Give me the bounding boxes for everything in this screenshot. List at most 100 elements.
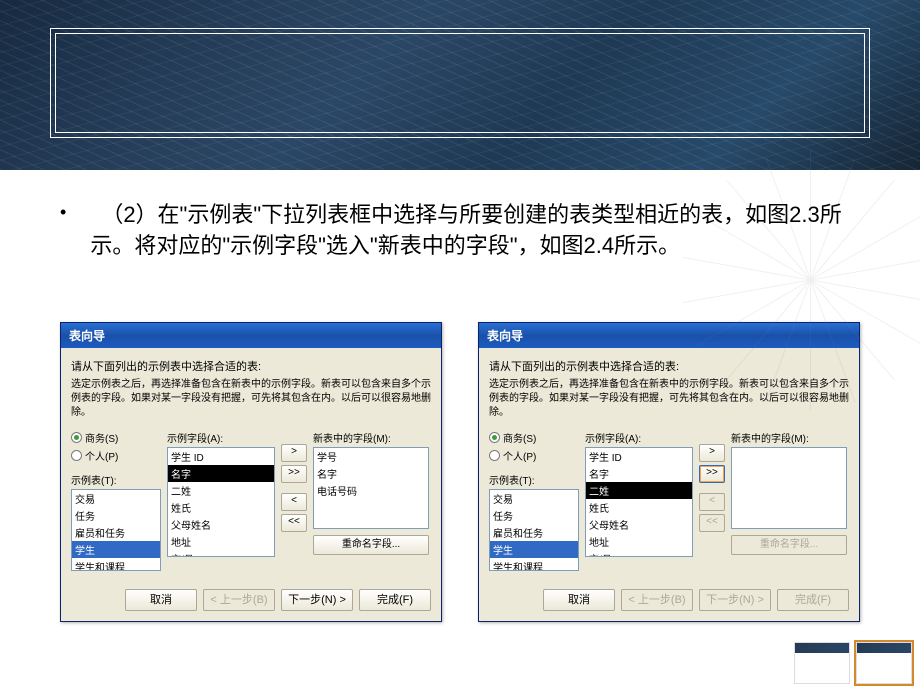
list-item[interactable]: 学号 (314, 448, 428, 465)
prev-button[interactable]: < 上一步(B) (203, 589, 275, 611)
slide-thumbnail[interactable] (856, 642, 912, 684)
table-wizard-dialog-left: 表向导 请从下面列出的示例表中选择合适的表: 选定示例表之后，再选择准备包含在新… (60, 322, 442, 622)
list-item[interactable]: 市/县 (586, 550, 692, 557)
list-item[interactable]: 任务 (72, 507, 160, 524)
instruction-text: 请从下面列出的示例表中选择合适的表: (489, 358, 849, 374)
transfer-buttons: > >> < << (699, 444, 725, 532)
dialog-body: 请从下面列出的示例表中选择合适的表: 选定示例表之后，再选择准备包含在新表中的示… (479, 348, 859, 581)
new-fields-label: 新表中的字段(M): (731, 430, 847, 445)
list-item[interactable]: 雇员和任务 (72, 524, 160, 541)
list-item[interactable]: 学生 ID (168, 448, 274, 465)
list-item[interactable]: 名字 (168, 465, 274, 482)
add-all-fields-button[interactable]: >> (699, 465, 725, 483)
remove-field-button[interactable]: < (281, 493, 307, 511)
list-item[interactable]: 名字 (586, 465, 692, 482)
list-item[interactable]: 姓氏 (168, 499, 274, 516)
sample-fields-listbox[interactable]: 学生 ID名字二姓姓氏父母姓名地址市/县省/市/自治区邮政编码 (585, 447, 693, 557)
list-item[interactable]: 名字 (314, 465, 428, 482)
column-new-fields: 新表中的字段(M): 学号名字电话号码 重命名字段... (313, 430, 429, 555)
radio-business-label: 商务(S) (503, 430, 536, 445)
title-placeholder (50, 28, 870, 138)
dialog-button-bar: 取消 < 上一步(B) 下一步(N) > 完成(F) (479, 581, 859, 621)
next-button[interactable]: 下一步(N) > (281, 589, 353, 611)
transfer-buttons: > >> < << (281, 444, 307, 532)
radio-business[interactable]: 商务(S) (489, 430, 579, 445)
rename-field-button: 重命名字段... (731, 535, 847, 555)
instruction-subtext: 选定示例表之后，再选择准备包含在新表中的示例字段。新表可以包含来自多个示例表的字… (489, 378, 849, 420)
column-categories: 商务(S) 个人(P) 示例表(T): 交易任务雇员和任务学生学生和课程 (71, 430, 161, 571)
finish-button[interactable]: 完成(F) (359, 589, 431, 611)
sample-fields-label: 示例字段(A): (585, 430, 693, 445)
sample-fields-listbox[interactable]: 学生 ID名字二姓姓氏父母姓名地址市/县省/市/自治区邮政编码 (167, 447, 275, 557)
new-fields-listbox[interactable]: 学号名字电话号码 (313, 447, 429, 529)
slide-body: • （2）在"示例表"下拉列表框中选择与所要创建的表类型相近的表，如图2.3所示… (0, 170, 920, 622)
list-item[interactable]: 学生 (72, 541, 160, 558)
dialog-body: 请从下面列出的示例表中选择合适的表: 选定示例表之后，再选择准备包含在新表中的示… (61, 348, 441, 581)
sample-tables-label: 示例表(T): (71, 472, 161, 487)
new-fields-label: 新表中的字段(M): (313, 430, 429, 445)
slide-thumbnail[interactable] (794, 642, 850, 684)
slide-thumbnails (794, 642, 912, 684)
list-item[interactable]: 市/县 (168, 550, 274, 557)
list-item[interactable]: 姓氏 (586, 499, 692, 516)
list-item[interactable]: 学生和课程 (490, 558, 578, 571)
list-item[interactable]: 雇员和任务 (490, 524, 578, 541)
sample-tables-label: 示例表(T): (489, 472, 579, 487)
radio-business[interactable]: 商务(S) (71, 430, 161, 445)
list-item[interactable]: 交易 (490, 490, 578, 507)
title-placeholder-inner (55, 33, 865, 133)
instruction-subtext: 选定示例表之后，再选择准备包含在新表中的示例字段。新表可以包含来自多个示例表的字… (71, 378, 431, 420)
cancel-button[interactable]: 取消 (543, 589, 615, 611)
list-item[interactable]: 学生和课程 (72, 558, 160, 571)
column-categories: 商务(S) 个人(P) 示例表(T): 交易任务雇员和任务学生学生和课程 (489, 430, 579, 571)
list-item[interactable]: 二姓 (586, 482, 692, 499)
radio-dot-icon (489, 432, 500, 443)
bullet-text: （2）在"示例表"下拉列表框中选择与所要创建的表类型相近的表，如图2.3所示。将… (90, 200, 860, 262)
column-sample-fields: 示例字段(A): 学生 ID名字二姓姓氏父母姓名地址市/县省/市/自治区邮政编码 (167, 430, 275, 557)
list-item[interactable]: 父母姓名 (586, 516, 692, 533)
list-item[interactable]: 学生 (490, 541, 578, 558)
radio-dot-icon (71, 450, 82, 461)
radio-business-label: 商务(S) (85, 430, 118, 445)
bullet-marker: • (60, 200, 66, 262)
list-item[interactable]: 二姓 (168, 482, 274, 499)
radio-personal-label: 个人(P) (85, 448, 118, 463)
column-sample-fields: 示例字段(A): 学生 ID名字二姓姓氏父母姓名地址市/县省/市/自治区邮政编码 (585, 430, 693, 557)
prev-button[interactable]: < 上一步(B) (621, 589, 693, 611)
remove-field-button: < (699, 493, 725, 511)
add-field-button[interactable]: > (699, 444, 725, 462)
radio-personal-label: 个人(P) (503, 448, 536, 463)
dialogs-row: 表向导 请从下面列出的示例表中选择合适的表: 选定示例表之后，再选择准备包含在新… (60, 322, 860, 622)
list-item[interactable]: 学生 ID (586, 448, 692, 465)
add-field-button[interactable]: > (281, 444, 307, 462)
radio-personal[interactable]: 个人(P) (489, 448, 579, 463)
sample-fields-label: 示例字段(A): (167, 430, 275, 445)
bullet-item: • （2）在"示例表"下拉列表框中选择与所要创建的表类型相近的表，如图2.3所示… (60, 200, 860, 262)
new-fields-listbox[interactable] (731, 447, 847, 529)
radio-personal[interactable]: 个人(P) (71, 448, 161, 463)
radio-dot-icon (71, 432, 82, 443)
add-all-fields-button[interactable]: >> (281, 465, 307, 483)
list-item[interactable]: 地址 (586, 533, 692, 550)
sample-tables-listbox[interactable]: 交易任务雇员和任务学生学生和课程 (71, 489, 161, 571)
remove-all-fields-button: << (699, 514, 725, 532)
finish-button[interactable]: 完成(F) (777, 589, 849, 611)
radio-dot-icon (489, 450, 500, 461)
slide-header (0, 0, 920, 170)
remove-all-fields-button[interactable]: << (281, 514, 307, 532)
list-item[interactable]: 地址 (168, 533, 274, 550)
dialog-title: 表向导 (61, 323, 441, 348)
list-item[interactable]: 交易 (72, 490, 160, 507)
column-new-fields: 新表中的字段(M): 重命名字段... (731, 430, 847, 555)
next-button[interactable]: 下一步(N) > (699, 589, 771, 611)
list-item[interactable]: 电话号码 (314, 482, 428, 499)
cancel-button[interactable]: 取消 (125, 589, 197, 611)
sample-tables-listbox[interactable]: 交易任务雇员和任务学生学生和课程 (489, 489, 579, 571)
list-item[interactable]: 任务 (490, 507, 578, 524)
table-wizard-dialog-right: 表向导 请从下面列出的示例表中选择合适的表: 选定示例表之后，再选择准备包含在新… (478, 322, 860, 622)
dialog-button-bar: 取消 < 上一步(B) 下一步(N) > 完成(F) (61, 581, 441, 621)
list-item[interactable]: 父母姓名 (168, 516, 274, 533)
instruction-text: 请从下面列出的示例表中选择合适的表: (71, 358, 431, 374)
dialog-title: 表向导 (479, 323, 859, 348)
rename-field-button[interactable]: 重命名字段... (313, 535, 429, 555)
